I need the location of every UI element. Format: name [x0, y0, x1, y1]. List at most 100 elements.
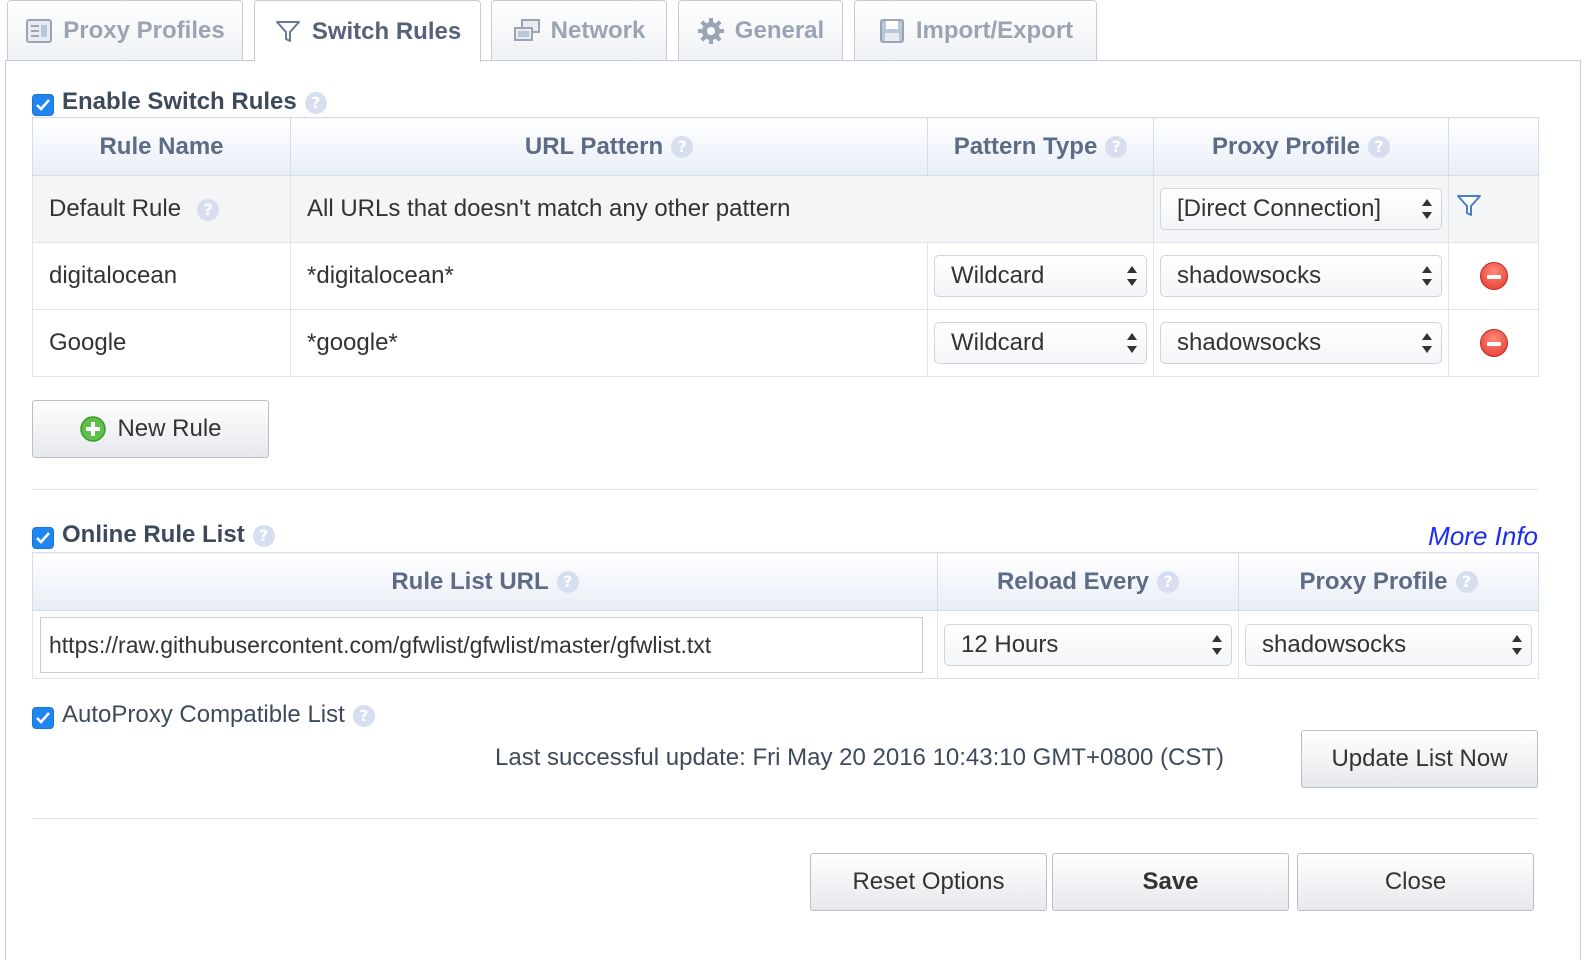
select-value: shadowsocks: [1177, 262, 1322, 289]
select-arrows-icon: [1127, 333, 1137, 353]
rule-list-profile-select[interactable]: shadowsocks: [1245, 623, 1532, 666]
button-label: New Rule: [117, 415, 222, 442]
checkmark-icon: [36, 712, 50, 724]
help-icon[interactable]: ?: [252, 524, 275, 547]
help-icon[interactable]: ?: [352, 704, 375, 727]
action-cell: [1448, 242, 1539, 310]
table-row: https://raw.githubusercontent.com/gfwlis…: [32, 610, 1539, 679]
pattern-type-select[interactable]: Wildcard: [934, 322, 1147, 364]
profile-cell: shadowsocks: [1238, 610, 1539, 679]
help-icon[interactable]: ?: [556, 571, 579, 594]
table-row: Google *google* Wildcard shadowsocks: [32, 309, 1539, 377]
pattern-type-cell: Wildcard: [927, 309, 1154, 377]
rule-name: Default Rule: [49, 195, 182, 222]
funnel-icon[interactable]: [1455, 194, 1483, 218]
remove-rule-icon[interactable]: [1479, 329, 1508, 357]
profile-select[interactable]: shadowsocks: [1160, 322, 1442, 364]
tab-label: General: [734, 17, 825, 44]
divider: [32, 818, 1538, 819]
column-header-proxy-profile: Proxy Profile?: [1153, 117, 1449, 176]
reload-every-select[interactable]: 12 Hours: [944, 623, 1232, 666]
select-value: [Direct Connection]: [1177, 195, 1382, 222]
default-rule-row: Default Rule? All URLs that doesn't matc…: [32, 175, 1539, 243]
close-button[interactable]: Close: [1297, 853, 1534, 911]
column-header-url-pattern: URL Pattern?: [290, 117, 928, 176]
column-header-rule-list-url: Rule List URL?: [32, 552, 938, 611]
profile-cell: [Direct Connection]: [1153, 175, 1449, 243]
select-arrows-icon: [1127, 266, 1137, 286]
select-value: shadowsocks: [1177, 329, 1322, 356]
reset-options-button[interactable]: Reset Options: [810, 853, 1047, 911]
remove-rule-icon[interactable]: [1479, 262, 1508, 290]
checkmark-icon: [36, 532, 50, 544]
help-icon[interactable]: ?: [304, 91, 327, 114]
tab-network[interactable]: Network: [491, 0, 667, 61]
tab-general[interactable]: General: [678, 0, 843, 61]
select-value: Wildcard: [951, 329, 1045, 356]
help-icon[interactable]: ?: [1157, 571, 1180, 594]
profile-cell: shadowsocks: [1153, 242, 1449, 310]
pattern-type-select[interactable]: Wildcard: [934, 255, 1147, 297]
tab-proxy-profiles[interactable]: Proxy Profiles: [7, 0, 243, 61]
section-title: Enable Switch Rules: [62, 88, 297, 115]
divider: [32, 489, 1538, 490]
select-value: shadowsocks: [1262, 630, 1407, 658]
header-label: Rule List URL: [391, 567, 549, 595]
rule-list-url-input[interactable]: https://raw.githubusercontent.com/gfwlis…: [40, 617, 923, 673]
header-label: Reload Every: [996, 567, 1150, 595]
url-pattern-cell: *digitalocean*: [290, 242, 928, 310]
autoproxy-checkbox[interactable]: [32, 707, 54, 729]
header-label: Proxy Profile: [1211, 132, 1361, 160]
help-icon[interactable]: ?: [197, 198, 220, 221]
tab-label: Proxy Profiles: [63, 17, 225, 44]
url-pattern[interactable]: *google*: [307, 329, 398, 356]
default-profile-select[interactable]: [Direct Connection]: [1160, 188, 1442, 230]
checkmark-icon: [36, 99, 50, 111]
profile-cell: shadowsocks: [1153, 309, 1449, 377]
column-header-actions: [1448, 117, 1539, 176]
profile-select[interactable]: shadowsocks: [1160, 255, 1442, 297]
table-header-row: Rule Name URL Pattern? Pattern Type? Pro…: [32, 117, 1539, 176]
select-value: 12 Hours: [961, 630, 1059, 658]
more-info-link[interactable]: More Info: [1428, 521, 1538, 552]
new-rule-button[interactable]: New Rule: [32, 400, 269, 458]
save-button[interactable]: Save: [1052, 853, 1289, 911]
help-icon[interactable]: ?: [1368, 136, 1391, 159]
tab-import-export[interactable]: Import/Export: [854, 0, 1097, 61]
section-title: Online Rule List: [62, 521, 245, 548]
column-header-pattern-type: Pattern Type?: [927, 117, 1154, 176]
table-header-row: Rule List URL? Reload Every? Proxy Profi…: [32, 552, 1539, 611]
tab-label: Network: [550, 17, 646, 44]
header-label: Pattern Type: [953, 132, 1098, 160]
floppy-disk-icon: [878, 17, 906, 45]
rule-name-cell: digitalocean: [32, 242, 291, 310]
rule-name[interactable]: Google: [49, 329, 126, 356]
header-label: Proxy Profile: [1299, 567, 1448, 595]
select-arrows-icon: [1422, 333, 1432, 353]
network-icon: [513, 17, 541, 45]
tab-switch-rules[interactable]: Switch Rules: [254, 0, 481, 62]
default-rule-description: All URLs that doesn't match any other pa…: [290, 175, 1154, 243]
column-header-reload-every: Reload Every?: [937, 552, 1239, 611]
column-header-rule-name: Rule Name: [32, 117, 291, 176]
help-icon[interactable]: ?: [1105, 136, 1128, 159]
online-rule-list-label: Online Rule List?: [62, 521, 275, 549]
help-icon[interactable]: ?: [671, 136, 694, 159]
rule-name-cell: Default Rule?: [32, 175, 291, 243]
column-header-proxy-profile: Proxy Profile?: [1238, 552, 1539, 611]
select-arrows-icon: [1512, 634, 1522, 655]
tab-label: Import/Export: [915, 17, 1074, 44]
description-text: All URLs that doesn't match any other pa…: [307, 195, 791, 222]
action-cell: [1448, 309, 1539, 377]
enable-switch-rules-label: Enable Switch Rules?: [62, 88, 327, 116]
online-rule-list-checkbox[interactable]: [32, 527, 54, 549]
tab-label: Switch Rules: [311, 17, 462, 45]
help-icon[interactable]: ?: [1455, 571, 1478, 594]
url-pattern[interactable]: *digitalocean*: [307, 262, 454, 289]
update-list-now-button[interactable]: Update List Now: [1301, 730, 1538, 788]
enable-switch-rules-checkbox[interactable]: [32, 94, 54, 116]
switch-rules-table: Rule Name URL Pattern? Pattern Type? Pro…: [32, 117, 1539, 377]
rule-name[interactable]: digitalocean: [49, 262, 177, 289]
last-update-text: Last successful update: Fri May 20 2016 …: [495, 744, 1225, 771]
select-value: Wildcard: [951, 262, 1045, 289]
